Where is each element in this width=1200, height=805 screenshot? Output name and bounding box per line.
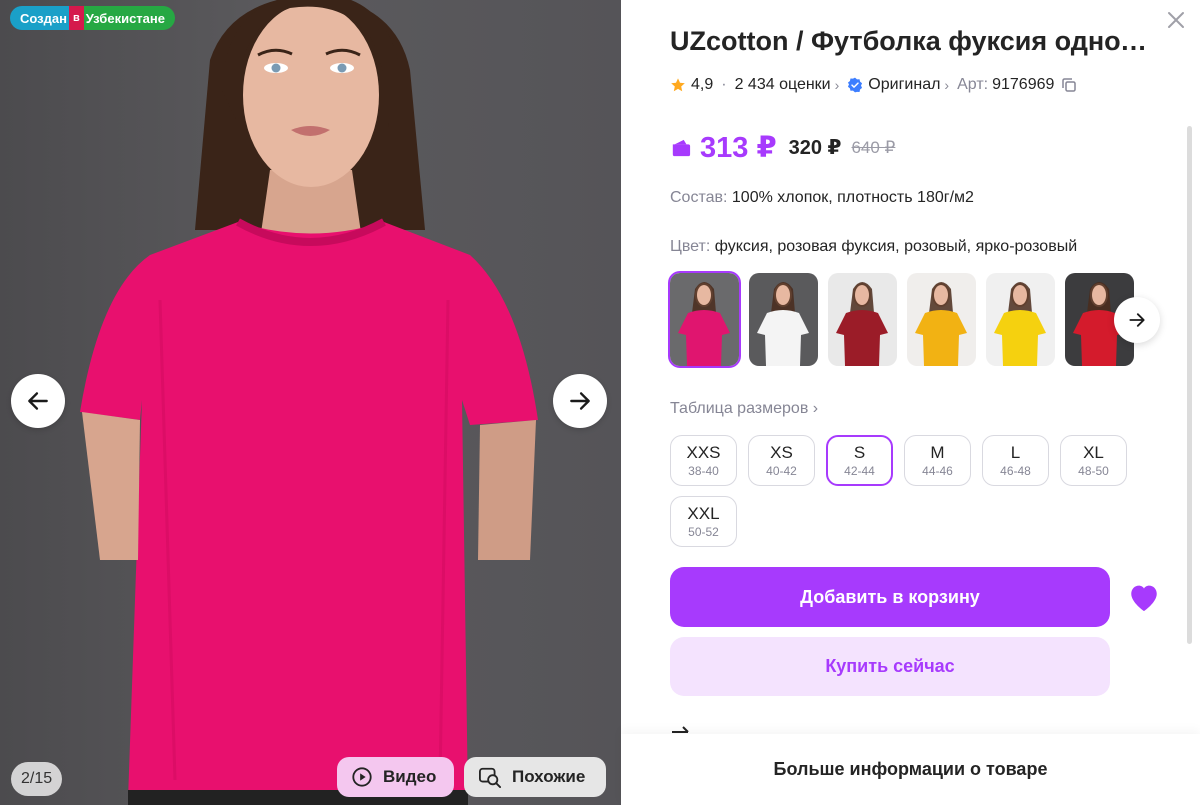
similar-button[interactable]: Похожие (464, 757, 606, 797)
reviews-link[interactable]: 2 434 оценки (735, 76, 831, 94)
size-range: 38-40 (688, 463, 719, 478)
close-button[interactable] (1164, 8, 1188, 32)
price-old: 640 ₽ (851, 137, 896, 157)
size-label: XXL (687, 503, 720, 523)
size-option[interactable]: XXL 50-52 (670, 496, 737, 547)
product-photo (80, 0, 538, 805)
verified-badge-icon (848, 77, 863, 93)
size-table-link[interactable]: Таблица размеров › (670, 400, 818, 418)
search-similar-icon (479, 767, 501, 788)
add-to-cart-button[interactable]: Добавить в корзину (670, 567, 1110, 627)
size-range: 46-48 (1000, 463, 1031, 478)
size-label: XXS (686, 442, 721, 462)
tshirt-shape (80, 222, 538, 800)
play-circle-icon (352, 767, 372, 787)
star-icon (671, 78, 685, 92)
size-label: L (1010, 442, 1021, 462)
color-swatch[interactable] (749, 273, 818, 366)
product-title: UZcotton / Футболка фуксия однотонная (670, 26, 1150, 56)
product-meta-row: 4,9 · 2 434 оценки › Оригинал › Арт: 917… (670, 76, 1078, 94)
close-icon (1168, 12, 1184, 28)
size-label: S (853, 442, 866, 462)
color-swatch[interactable] (828, 273, 897, 366)
size-option[interactable]: S 42-44 (826, 435, 893, 486)
price-row: 313 ₽ 320 ₽ 640 ₽ (670, 130, 895, 165)
arrow-right-icon (1129, 313, 1145, 327)
similar-label: Похожие (512, 767, 586, 786)
size-range: 44-46 (922, 463, 953, 478)
size-range: 40-42 (766, 463, 797, 478)
chevron-right-icon: › (834, 77, 840, 93)
size-table-label: Таблица размеров (670, 400, 809, 417)
size-label: M (930, 442, 945, 462)
size-label: XL (1083, 442, 1104, 462)
swatch-thumbnail (836, 282, 888, 366)
composition-label: Состав: (670, 189, 728, 206)
badge-part-1: Создан (10, 6, 69, 30)
made-in-uzbekistan-badge: Создан в Узбекистане (10, 6, 175, 30)
color-value: фуксия, розовая фуксия, розовый, ярко-ро… (714, 238, 1078, 255)
previous-image-button[interactable] (11, 374, 65, 428)
swatch-thumbnail (915, 282, 967, 366)
size-option[interactable]: XXS 38-40 (670, 435, 737, 486)
article-label: Арт: (957, 76, 989, 93)
size-selector: XXS 38-40 XS 40-42 S 42-44 M 44-46 L 46-48 XL 48-50… (670, 435, 1150, 547)
color-swatch[interactable] (986, 273, 1055, 366)
color-swatches (668, 271, 1134, 368)
size-range: 50-52 (688, 524, 719, 539)
next-image-button[interactable] (553, 374, 607, 428)
original-link[interactable]: Оригинал (868, 76, 940, 94)
badge-part-3: Узбекистане (83, 6, 175, 30)
swatch-thumbnail (757, 282, 809, 366)
article-value: 9176969 (992, 76, 1055, 93)
chevron-right-icon: › (812, 400, 819, 417)
rating-value: 4,9 (691, 76, 714, 93)
heart-icon[interactable] (1127, 581, 1161, 613)
copy-icon[interactable] (1060, 76, 1078, 94)
color-row: Цвет: фуксия, розовая фуксия, розовый, я… (670, 238, 1077, 256)
size-option[interactable]: XL 48-50 (1060, 435, 1127, 486)
composition-row: Состав: 100% хлопок, плотность 180г/м2 (670, 189, 974, 207)
swatch-thumbnail (678, 282, 730, 366)
video-label: Видео (383, 767, 437, 786)
size-range: 42-44 (844, 463, 875, 478)
size-label: XS (770, 442, 793, 462)
buy-now-button[interactable]: Купить сейчас (670, 637, 1110, 696)
return-icon (672, 726, 689, 733)
color-swatch[interactable] (668, 271, 741, 368)
swatches-next-button[interactable] (1114, 297, 1160, 343)
swatch-thumbnail (994, 282, 1046, 366)
badge-part-2: в (68, 6, 84, 30)
size-option[interactable]: L 46-48 (982, 435, 1049, 486)
panel-scrollbar[interactable] (1187, 126, 1192, 644)
price-regular: 320 ₽ (788, 137, 842, 159)
image-counter: 2/15 (11, 762, 63, 796)
chevron-right-icon: › (944, 77, 950, 93)
color-swatch[interactable] (907, 273, 976, 366)
video-button[interactable]: Видео (337, 757, 454, 797)
color-label: Цвет: (670, 238, 711, 255)
size-range: 48-50 (1078, 463, 1109, 478)
product-gallery: Создан в Узбекистане 2/15 Видео Похожие (0, 0, 621, 805)
price-wallet: 313 ₽ (700, 132, 777, 164)
wallet-icon (672, 139, 691, 156)
arrow-left-icon (28, 392, 48, 410)
product-info-panel: UZcotton / Футболка фуксия однотонная 4,… (621, 0, 1200, 805)
arrow-right-icon (570, 392, 590, 410)
size-option[interactable]: XS 40-42 (748, 435, 815, 486)
separator-dot: · (721, 76, 727, 93)
size-option[interactable]: M 44-46 (904, 435, 971, 486)
composition-value: 100% хлопок, плотность 180г/м2 (731, 189, 974, 206)
more-info-button[interactable]: Больше информации о товаре (621, 734, 1200, 805)
